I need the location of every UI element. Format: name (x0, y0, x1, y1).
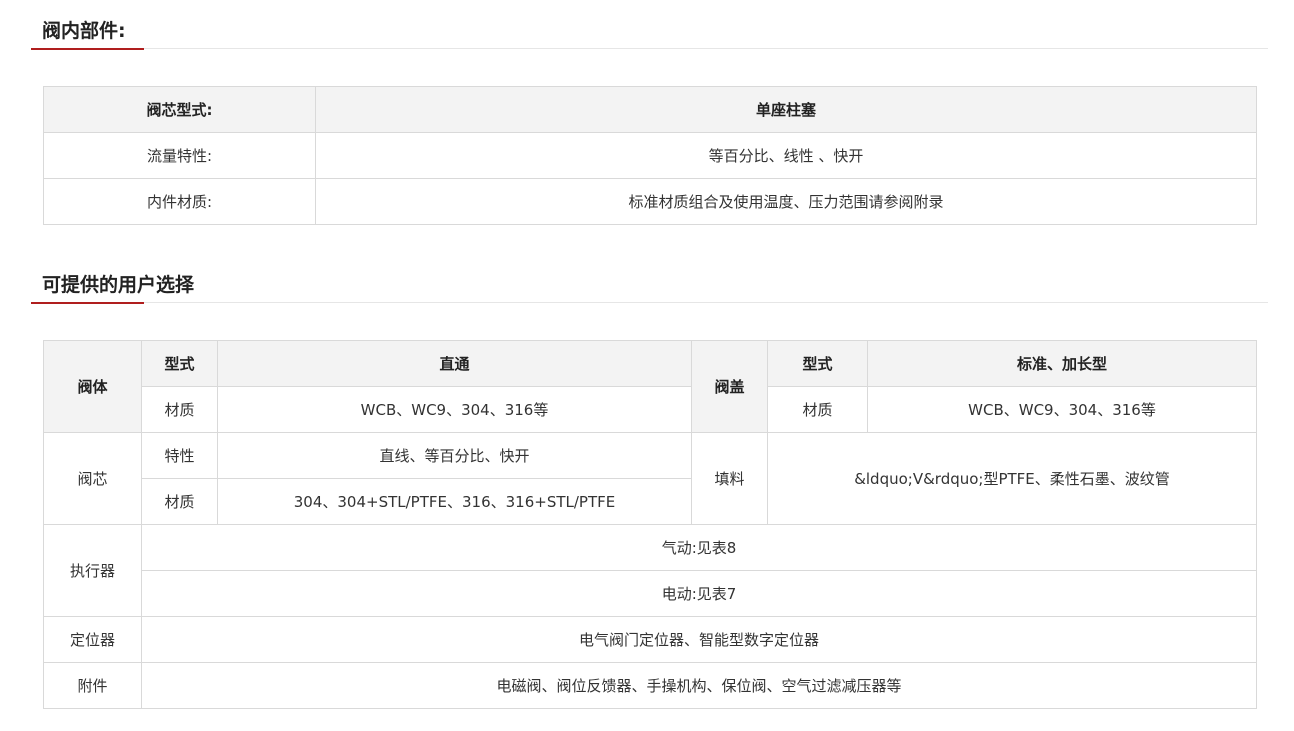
plug-label: 阀芯 (43, 432, 142, 525)
title-underline (31, 48, 144, 50)
positioner-label: 定位器 (43, 616, 142, 663)
packing-label: 填料 (691, 432, 768, 525)
bonnet-label: 阀盖 (691, 340, 768, 433)
plug-char-value: 直线、等百分比、快开 (217, 432, 692, 479)
table-row: 材质 WCB、WC9、304、316等 材质 WCB、WC9、304、316等 (44, 386, 1257, 433)
row-label: 流量特性: (43, 132, 316, 179)
section-title: 可提供的用户选择 (42, 274, 195, 296)
section-header-internals: 阀内部件: (31, 14, 1268, 50)
table-row: 电动:见表7 (44, 570, 1257, 617)
row-label: 内件材质: (43, 178, 316, 225)
table-row: 阀体 型式 直通 阀盖 型式 标准、加长型 (43, 340, 1257, 433)
plug-char-label: 特性 (141, 432, 218, 479)
table-row: 执行器 气动:见表8 (43, 524, 1257, 617)
internals-table: 阀芯型式: 单座柱塞 流量特性: 等百分比、线性 、快开 内件材质: 标准材质组… (43, 86, 1257, 225)
actuator-electric: 电动:见表7 (141, 570, 1257, 617)
actuator-label: 执行器 (43, 524, 142, 617)
actuator-pneumatic: 气动:见表8 (141, 524, 1257, 571)
bonnet-type-label: 型式 (767, 340, 868, 387)
table-row: 内件材质: 标准材质组合及使用温度、压力范围请参阅附录 (43, 178, 1257, 225)
bonnet-material-label: 材质 (767, 386, 868, 433)
row-value: 标准材质组合及使用温度、压力范围请参阅附录 (315, 178, 1257, 225)
row-value: 等百分比、线性 、快开 (315, 132, 1257, 179)
table-row: 流量特性: 等百分比、线性 、快开 (43, 132, 1257, 179)
table-row: 阀芯 特性 直线、等百分比、快开 填料 &ldquo;V&rdquo;型PTFE… (43, 432, 1257, 525)
options-table: 阀体 型式 直通 阀盖 型式 标准、加长型 材质 WCB、WC9、304、316… (43, 340, 1257, 709)
table-header-label: 阀芯型式: (43, 86, 316, 133)
plug-material-value: 304、304+STL/PTFE、316、316+STL/PTFE (217, 478, 692, 525)
section-title: 阀内部件: (42, 20, 126, 42)
bonnet-material-value: WCB、WC9、304、316等 (867, 386, 1257, 433)
plug-material-label: 材质 (141, 478, 218, 525)
body-material-value: WCB、WC9、304、316等 (217, 386, 692, 433)
title-underline (31, 302, 144, 304)
accessories-value: 电磁阀、阀位反馈器、手操机构、保位阀、空气过滤减压器等 (141, 662, 1257, 709)
table-row: 附件 电磁阀、阀位反馈器、手操机构、保位阀、空气过滤减压器等 (43, 662, 1257, 709)
table-row: 阀芯型式: 单座柱塞 (43, 86, 1257, 133)
table-row: 定位器 电气阀门定位器、智能型数字定位器 (43, 616, 1257, 663)
section-header-options: 可提供的用户选择 (31, 268, 1268, 304)
table-header-value: 单座柱塞 (315, 86, 1257, 133)
body-label: 阀体 (43, 340, 142, 433)
body-material-label: 材质 (141, 386, 218, 433)
accessories-label: 附件 (43, 662, 142, 709)
bonnet-type-value: 标准、加长型 (867, 340, 1257, 387)
body-type-label: 型式 (141, 340, 218, 387)
body-type-value: 直通 (217, 340, 692, 387)
positioner-value: 电气阀门定位器、智能型数字定位器 (141, 616, 1257, 663)
packing-value: &ldquo;V&rdquo;型PTFE、柔性石墨、波纹管 (767, 432, 1257, 525)
